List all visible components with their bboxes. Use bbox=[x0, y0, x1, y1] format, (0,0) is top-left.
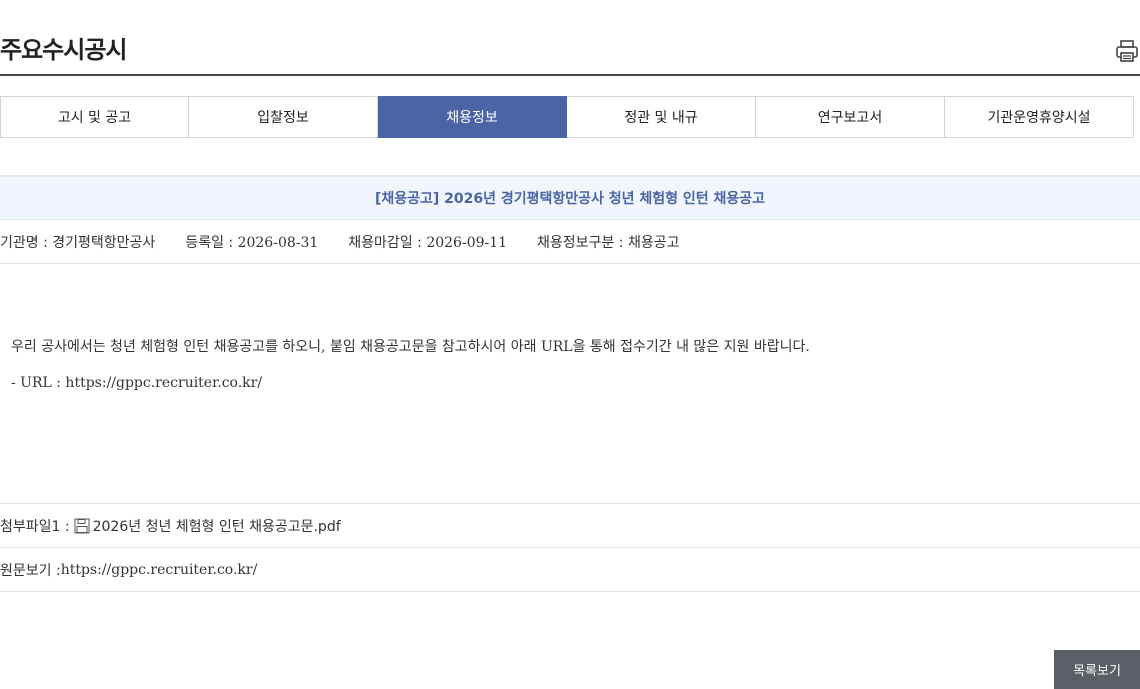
meta-reg-date: 등록일 : 2026-08-31 bbox=[185, 232, 318, 252]
tab-research-reports[interactable]: 연구보고서 bbox=[756, 96, 945, 138]
tab-articles-rules[interactable]: 정관 및 내규 bbox=[567, 96, 756, 138]
page-header: 주요수시공시 bbox=[0, 0, 1140, 76]
original-url-link[interactable]: https://gppc.recruiter.co.kr/ bbox=[61, 562, 258, 578]
meta-reg-value: 2026-08-31 bbox=[237, 234, 319, 251]
body-paragraph: 우리 공사에서는 청년 체험형 인턴 채용공고를 하오니, 붙임 채용공고문을 … bbox=[11, 339, 810, 355]
attachment-file-link[interactable]: 2026년 청년 체험형 인턴 채용공고문.pdf bbox=[93, 516, 341, 536]
meta-org-value: 경기평택항만공사 bbox=[52, 234, 156, 251]
meta-org-label: 기관명 : bbox=[0, 234, 53, 251]
floppy-disk-icon bbox=[74, 518, 90, 533]
tab-notices[interactable]: 고시 및 공고 bbox=[0, 96, 189, 138]
original-link-row: 원문보기 : https://gppc.recruiter.co.kr/ bbox=[0, 548, 1140, 592]
category-tabs: 고시 및 공고 입찰정보 채용정보 정관 및 내규 연구보고서 기관운영휴양시설 bbox=[0, 96, 1140, 138]
post-meta: 기관명 : 경기평택항만공사 등록일 : 2026-08-31 채용마감일 : … bbox=[0, 220, 1140, 264]
meta-category-label: 채용정보구분 : bbox=[537, 234, 628, 251]
meta-category-value: 채용공고 bbox=[627, 234, 680, 251]
post-body: 우리 공사에서는 청년 체험형 인턴 채용공고를 하오니, 붙임 채용공고문을 … bbox=[11, 338, 1131, 410]
tab-resort-facilities[interactable]: 기관운영휴양시설 bbox=[945, 96, 1134, 138]
attachment-row: 첨부파일1 : 2026년 청년 체험형 인턴 채용공고문.pdf bbox=[0, 503, 1140, 548]
meta-deadline-value: 2026-09-11 bbox=[426, 234, 508, 251]
original-label: 원문보기 : bbox=[0, 562, 61, 579]
body-url-line: - URL : https://gppc.recruiter.co.kr/ bbox=[11, 375, 263, 391]
meta-category: 채용정보구분 : 채용공고 bbox=[537, 232, 679, 252]
printer-icon bbox=[1116, 40, 1138, 62]
meta-reg-label: 등록일 : bbox=[185, 234, 238, 251]
meta-deadline: 채용마감일 : 2026-09-11 bbox=[348, 232, 507, 252]
tab-bids[interactable]: 입찰정보 bbox=[189, 96, 378, 138]
print-button[interactable] bbox=[1114, 38, 1140, 64]
meta-deadline-label: 채용마감일 : bbox=[348, 234, 427, 251]
attachment-label: 첨부파일1 : bbox=[0, 518, 70, 535]
post-title: [채용공고] 2026년 경기평택항만공사 청년 체험형 인턴 채용공고 bbox=[0, 175, 1140, 220]
meta-org: 기관명 : 경기평택항만공사 bbox=[0, 232, 155, 252]
list-view-button[interactable]: 목록보기 bbox=[1054, 650, 1140, 689]
tab-recruitment[interactable]: 채용정보 bbox=[378, 96, 567, 138]
page-title: 주요수시공시 bbox=[0, 36, 127, 64]
